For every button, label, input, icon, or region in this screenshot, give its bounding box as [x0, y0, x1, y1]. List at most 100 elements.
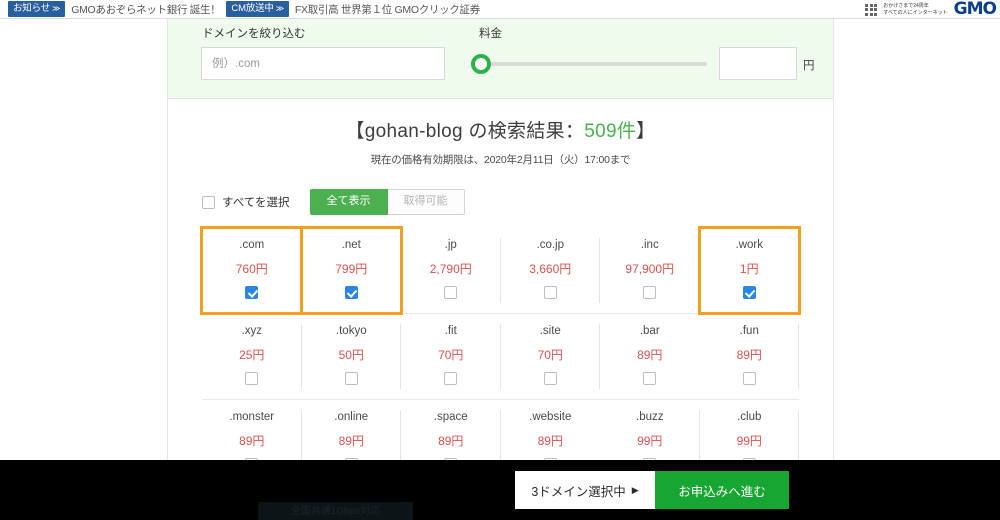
bottom-actions: 3ドメイン選択中 ▶ お申込みへ進む — [515, 471, 789, 509]
tld-price: 799円 — [335, 262, 368, 277]
tld-price: 3,660円 — [529, 262, 572, 277]
tld-price: 70円 — [537, 348, 563, 363]
tld-cell-work[interactable]: .work 1円 — [697, 226, 801, 316]
tld-grid: .com 760円 .net 799円 .jp 2,790円 .co.jp 3,660円 .in… — [200, 226, 801, 485]
tld-cell-cojp[interactable]: .co.jp 3,660円 — [501, 228, 601, 313]
controls-row: すべてを選択 全て表示 取得可能 — [202, 189, 833, 216]
tld-name: .fit — [444, 325, 457, 338]
tld-cell-xyz[interactable]: .xyz 25円 — [202, 314, 302, 399]
select-all-label: すべてを選択 — [222, 197, 290, 210]
price-yen-unit: 円 — [803, 60, 815, 72]
tld-checkbox[interactable] — [643, 286, 657, 300]
gmo-tagline: おかげさまで24周年 すべての人にインターネット — [883, 3, 947, 16]
notice-text-oshirase[interactable]: GMOあおぞらネット銀行 誕生！ — [71, 2, 221, 17]
notice-badge-label: お知らせ — [13, 3, 51, 15]
gmo-logo[interactable]: GMO — [954, 1, 997, 18]
tld-name: .xyz — [241, 325, 262, 338]
tld-cell-jp[interactable]: .jp 2,790円 — [401, 228, 501, 313]
chevron-right-icon-cm: ≫ — [275, 4, 284, 14]
tld-name: .club — [737, 411, 762, 424]
tld-checkbox[interactable] — [344, 372, 358, 386]
tld-price: 25円 — [239, 348, 265, 363]
tld-name: .tokyo — [335, 325, 367, 338]
tld-cell-fit[interactable]: .fit 70円 — [401, 314, 501, 399]
notice-text-cm[interactable]: FX取引高 世界第１位 GMOクリック証券 — [295, 2, 480, 17]
tld-cell-inc[interactable]: .inc 97,900円 — [600, 228, 700, 313]
tld-name: .inc — [640, 239, 659, 252]
tld-price: 97,900円 — [625, 262, 675, 277]
proceed-to-apply-button[interactable]: お申込みへ進む — [655, 471, 789, 509]
tld-cell-site[interactable]: .site 70円 — [501, 314, 601, 399]
tld-price: 89円 — [537, 434, 563, 449]
tld-name: .bar — [639, 325, 660, 338]
triangle-right-icon: ▶ — [631, 484, 639, 495]
result-count: 509件 — [584, 121, 637, 142]
tld-price: 99円 — [736, 434, 762, 449]
tld-name: .jp — [444, 239, 457, 252]
tld-name: .space — [433, 411, 468, 424]
price-slider[interactable] — [471, 54, 709, 74]
price-filter-label: 料金 — [479, 28, 502, 40]
tld-checkbox[interactable] — [444, 286, 458, 300]
selected-domains-label: 3ドメイン選択中 — [531, 484, 626, 499]
tld-cell-com[interactable]: .com 760円 — [200, 226, 304, 316]
footer-partial-text: 全国共通1Gbps対応 — [258, 502, 413, 520]
tab-show-all[interactable]: 全て表示 — [309, 189, 388, 216]
tld-checkbox[interactable] — [742, 372, 756, 386]
tld-price: 2,790円 — [429, 262, 472, 277]
tld-checkbox[interactable] — [444, 372, 458, 386]
tld-checkbox[interactable] — [245, 286, 259, 300]
notice-badge-cm[interactable]: CM放送中 ≫ — [226, 1, 289, 17]
tld-price: 89円 — [338, 434, 364, 449]
tld-price: 89円 — [239, 434, 265, 449]
tld-checkbox[interactable] — [245, 372, 259, 386]
tld-name: .buzz — [636, 411, 664, 424]
tld-cell-fun[interactable]: .fun 89円 — [700, 314, 800, 399]
tld-name: .online — [334, 411, 369, 424]
price-slider-handle[interactable] — [471, 54, 491, 74]
price-input[interactable] — [719, 47, 797, 80]
select-all-checkbox[interactable] — [202, 195, 215, 209]
tld-name: .fun — [739, 325, 759, 338]
chevron-right-icon: ≫ — [52, 4, 61, 14]
tld-price: 89円 — [637, 348, 663, 363]
tld-name: .co.jp — [536, 239, 565, 252]
tld-name: .website — [529, 411, 572, 424]
result-title-suffix: 】 — [636, 121, 656, 142]
select-all-control[interactable]: すべてを選択 — [202, 194, 290, 210]
price-slider-track[interactable] — [485, 62, 707, 66]
domain-filter-input[interactable] — [201, 47, 445, 80]
result-header: 【gohan-blog の検索結果：509件】 現在の価格有効期限は、2020年… — [168, 99, 833, 167]
tld-cell-tokyo[interactable]: .tokyo 50円 — [302, 314, 402, 399]
apps-grid-icon[interactable] — [865, 3, 878, 16]
top-notice-bar: お知らせ ≫ GMOあおぞらネット銀行 誕生！ CM放送中 ≫ FX取引高 世界第１… — [0, 0, 1000, 19]
tld-price: 50円 — [338, 348, 364, 363]
notice-badge-oshirase[interactable]: お知らせ ≫ — [8, 1, 66, 17]
tld-price: 760円 — [235, 262, 268, 277]
tld-checkbox[interactable] — [344, 286, 358, 300]
selected-domains-button[interactable]: 3ドメイン選択中 ▶ — [515, 471, 655, 509]
result-title: 【gohan-blog の検索結果：509件】 — [168, 116, 833, 143]
result-subtitle: 現在の価格有効期限は、2020年2月11日（火）17:00まで — [370, 154, 631, 166]
tld-name: .com — [239, 239, 265, 252]
result-title-prefix: 【gohan-blog の検索結果： — [345, 121, 585, 142]
domain-filter-label: ドメインを絞り込む — [202, 28, 306, 40]
tld-name: .work — [735, 239, 763, 252]
topbar-brand-area: おかげさまで24周年 すべての人にインターネット GMO — [865, 0, 997, 19]
main-content-column: ドメインを絞り込む 料金 円 【gohan-blog の検索結果：509件】 現… — [167, 19, 834, 520]
tld-price: 99円 — [637, 434, 663, 449]
tld-cell-net[interactable]: .net 799円 — [299, 226, 403, 316]
tld-name: .site — [539, 325, 561, 338]
tld-name: .net — [341, 239, 361, 252]
tld-cell-bar[interactable]: .bar 89円 — [600, 314, 700, 399]
tld-checkbox[interactable] — [643, 372, 657, 386]
tld-checkbox[interactable] — [742, 286, 756, 300]
bottom-action-bar: 3ドメイン選択中 ▶ お申込みへ進む — [0, 460, 1000, 520]
tld-checkbox[interactable] — [543, 372, 557, 386]
display-filter-toggle-group: 全て表示 取得可能 — [309, 189, 465, 216]
tab-available-only[interactable]: 取得可能 — [387, 189, 465, 216]
filter-panel: ドメインを絞り込む 料金 円 — [168, 19, 833, 99]
tld-checkbox[interactable] — [543, 286, 557, 300]
tld-price: 1円 — [739, 262, 759, 277]
notice-badge-label-cm: CM放送中 — [231, 3, 274, 15]
